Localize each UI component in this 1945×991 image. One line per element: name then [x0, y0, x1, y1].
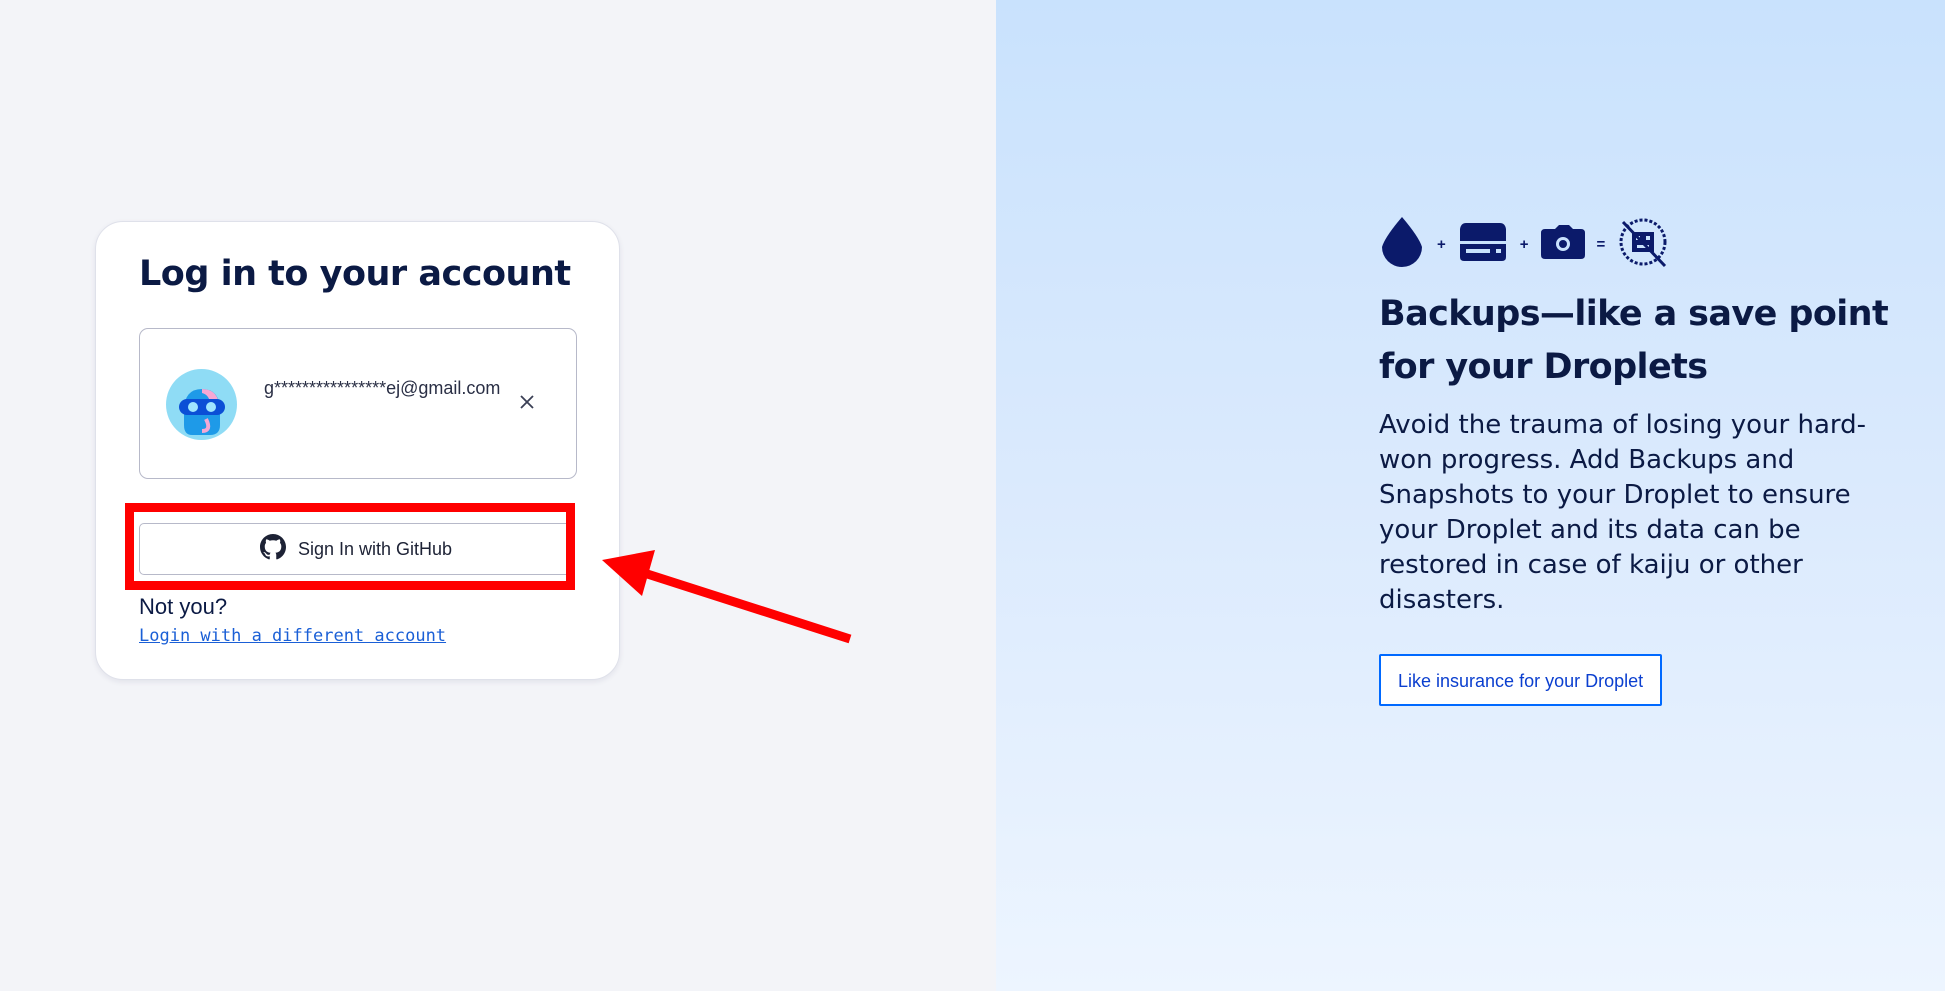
camera-icon: [1540, 224, 1585, 264]
plus-symbol-2: +: [1519, 235, 1529, 253]
equals-symbol: =: [1596, 235, 1606, 253]
promo-description: Avoid the trauma of losing your hard-won…: [1379, 410, 1867, 615]
promo-title: Backups—like a save point for your Dropl…: [1379, 294, 1889, 387]
page: Log in to your account g****************…: [0, 0, 1945, 991]
plus-symbol: +: [1437, 235, 1446, 253]
annotation-arrow: [602, 550, 852, 644]
droplet-icon: [1379, 215, 1425, 274]
page-title: Log in to your account: [139, 254, 571, 294]
github-button-label: Sign In with GitHub: [297, 538, 453, 559]
avatar: [166, 369, 237, 440]
promo-icon-equation: + + =: [1379, 214, 1899, 274]
account-email: g****************ej@gmail.com: [264, 378, 501, 398]
no-kaiju-icon: [1617, 216, 1669, 273]
github-icon: [259, 533, 286, 565]
not-you-text: Not you?: [139, 594, 228, 619]
remove-account-button[interactable]: [512, 389, 542, 419]
drive-icon: [1458, 221, 1508, 268]
login-different-account-link[interactable]: Login with a different account: [139, 626, 446, 646]
login-card: Log in to your account g****************…: [95, 221, 620, 680]
login-pane: Log in to your account g****************…: [0, 0, 996, 991]
close-icon: [519, 394, 535, 415]
insurance-link-button[interactable]: Like insurance for your Droplet: [1379, 654, 1663, 706]
sign-in-with-github-button[interactable]: Sign In with GitHub: [139, 523, 573, 575]
saved-account-card[interactable]: g****************ej@gmail.com: [139, 328, 577, 479]
promo-panel: + + = Backups—like a save point for your…: [1379, 214, 1899, 706]
